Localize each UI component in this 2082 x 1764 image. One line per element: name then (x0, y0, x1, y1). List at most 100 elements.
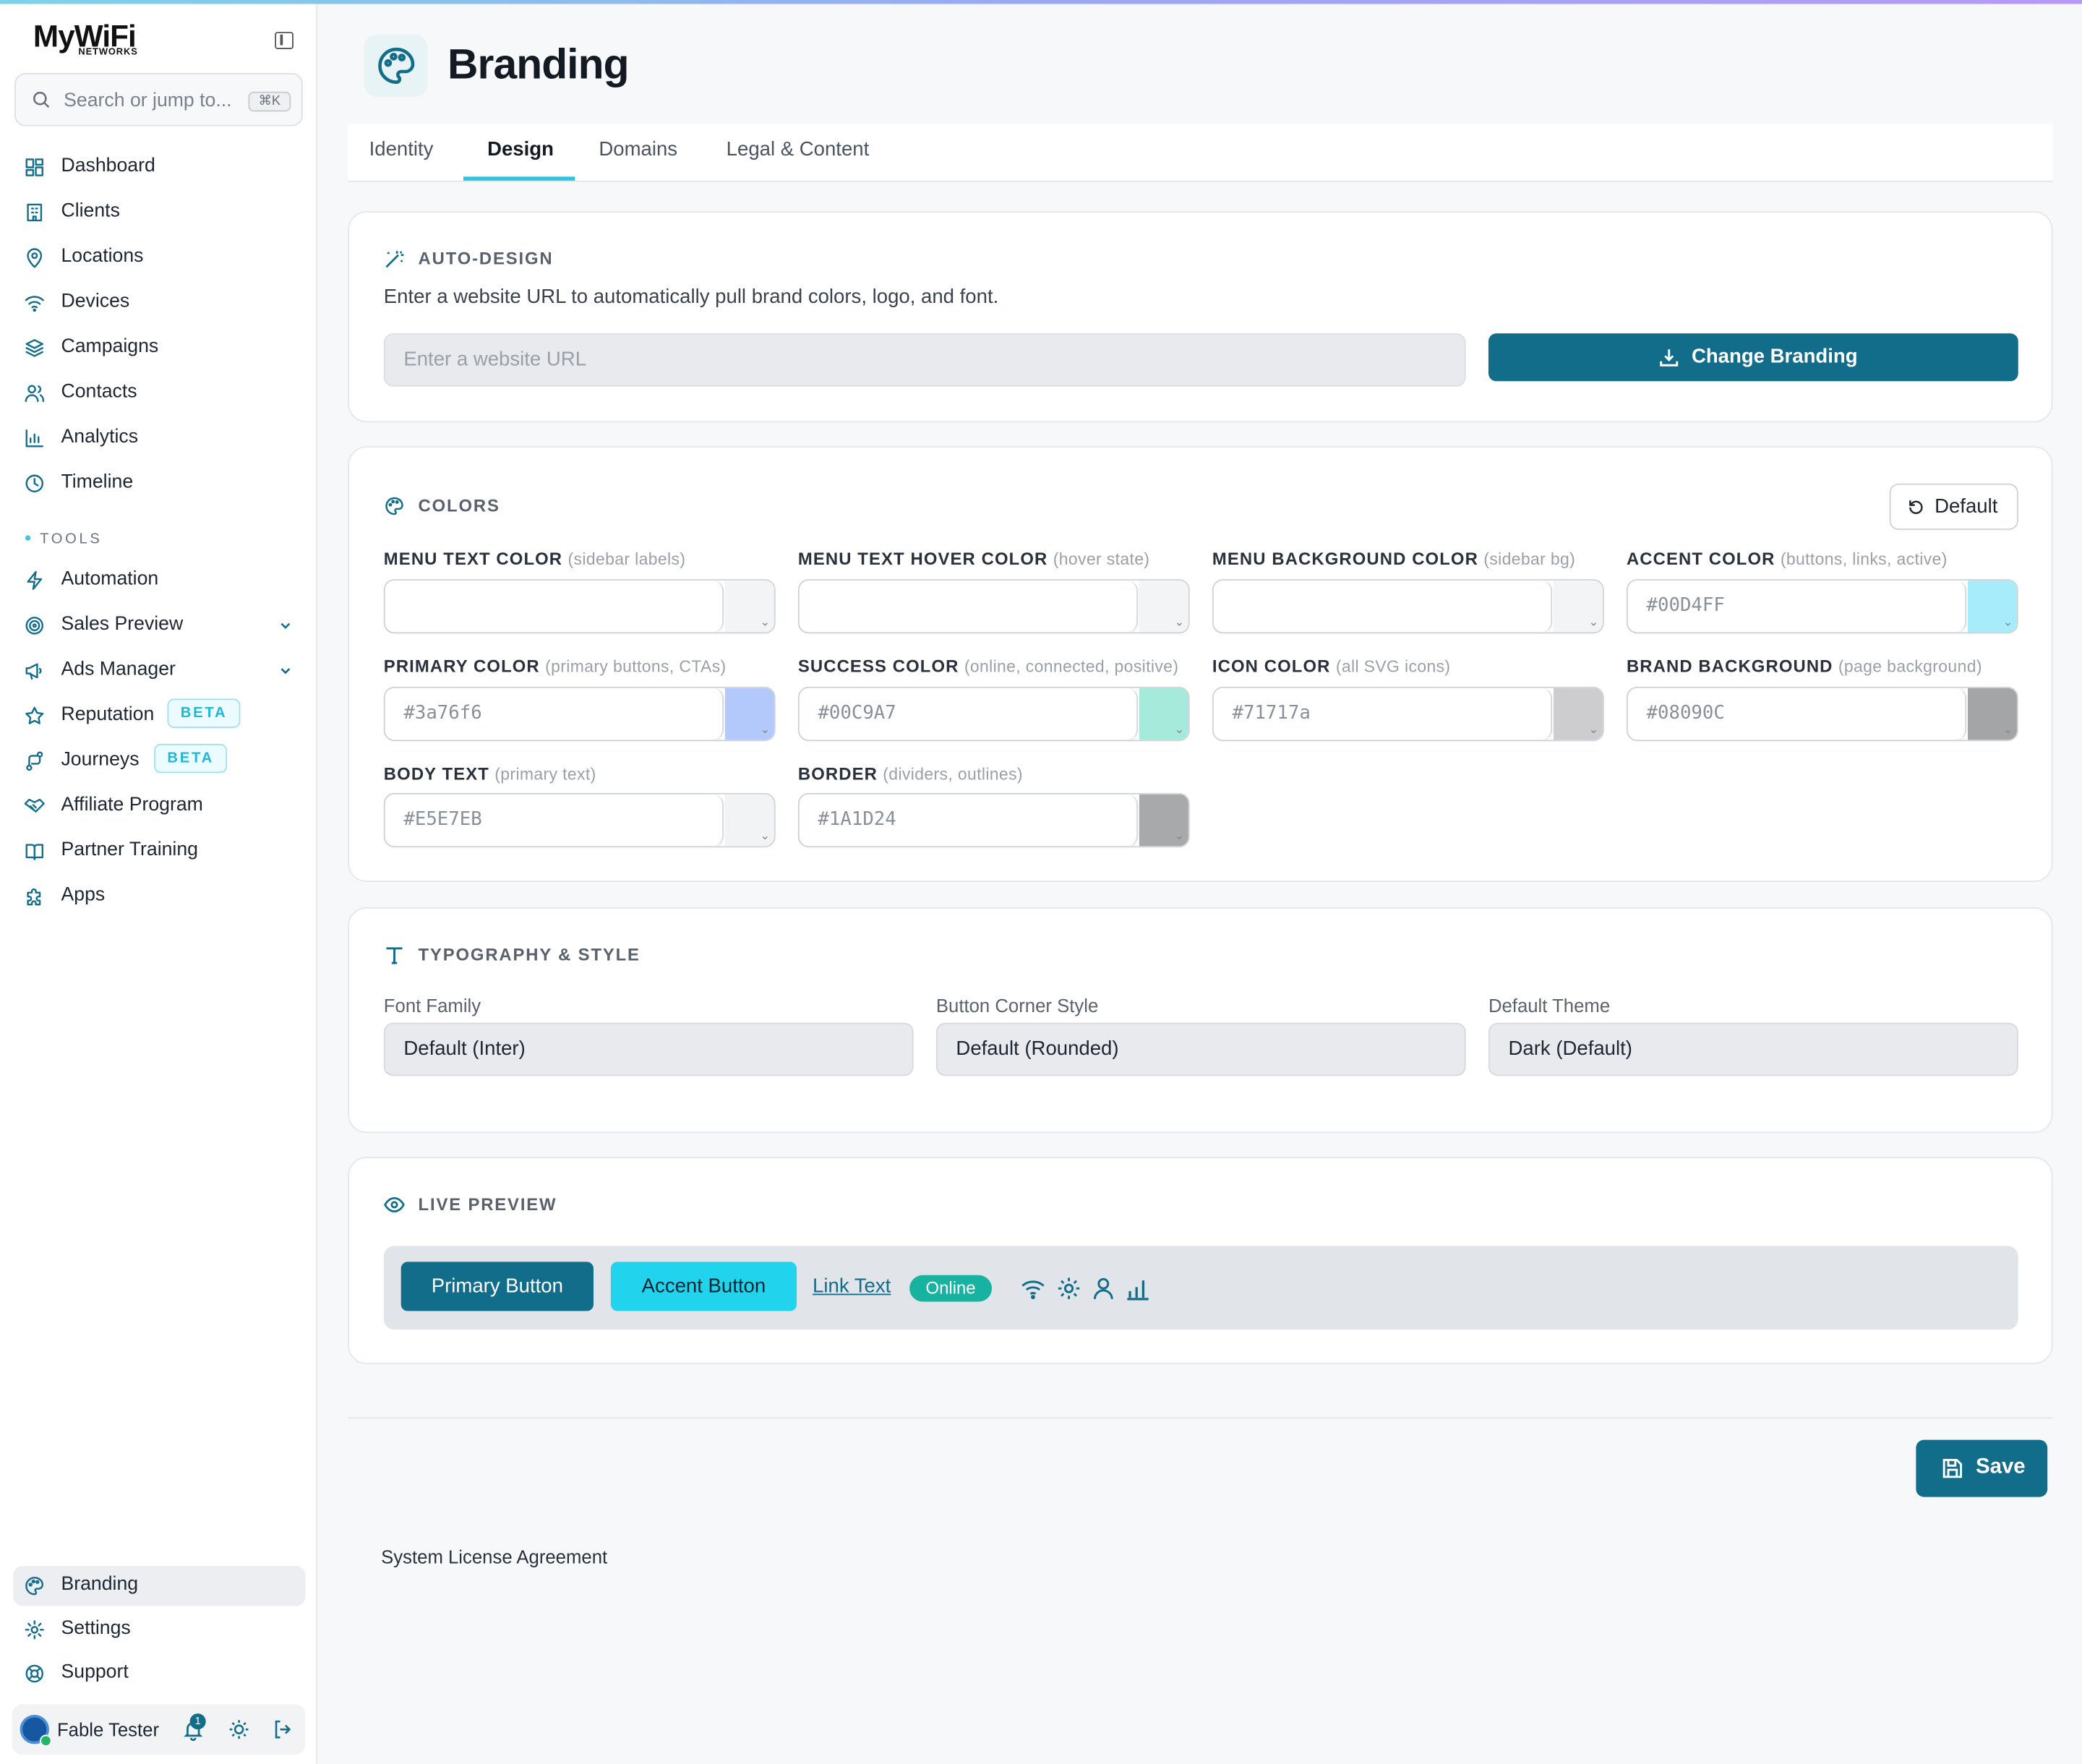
user-name[interactable]: Fable Tester (57, 1718, 159, 1739)
clock-icon (25, 474, 43, 492)
sidebar-item-apps[interactable]: Apps (13, 877, 305, 917)
sidebar-item-locations[interactable]: Locations (13, 238, 305, 278)
preview-accent-button[interactable]: Accent Button (610, 1262, 797, 1311)
sidebar-item-support[interactable]: Support (13, 1653, 305, 1693)
beta-badge: BETA (154, 743, 228, 774)
tab-legal-content[interactable]: Legal & Content (727, 138, 870, 160)
icon-color-input[interactable]: #71717a (1214, 688, 1553, 740)
default-theme-value: Dark (Default) (1508, 1037, 1632, 1061)
sidebar-item-label: Campaigns (61, 335, 159, 358)
tab-design[interactable]: Design (487, 138, 554, 160)
typography-heading: TYPOGRAPHY & STYLE (384, 944, 641, 964)
sidebar-item-branding[interactable]: Branding (13, 1566, 306, 1606)
accent-color-field[interactable]: #00D4FF (1626, 579, 2018, 634)
tab-bar: Identity Design Domains Legal & Content (348, 123, 2053, 182)
change-branding-button[interactable]: Change Branding (1488, 333, 2018, 382)
lifebuoy-icon (25, 1664, 43, 1683)
primary-color-label: PRIMARY COLOR (primary buttons, CTAs) (383, 656, 727, 677)
button-corner-style-select[interactable]: Default (Rounded) (935, 1022, 1466, 1076)
sidebar-item-automation[interactable]: Automation (13, 560, 305, 600)
eye-icon (384, 1196, 405, 1212)
primary-color-field[interactable]: #3a76f6 (383, 686, 776, 742)
preview-primary-button[interactable]: Primary Button (400, 1262, 594, 1311)
search-box[interactable]: Search or jump to... ⌘K (14, 73, 303, 127)
menu-text-hover-color-swatch[interactable] (1139, 580, 1188, 633)
sidebar-item-timeline[interactable]: Timeline (13, 463, 305, 503)
colors-card: COLORS Default MENU TEXT COLOR (sidebar l… (348, 446, 2053, 882)
brand-background-field[interactable]: #08090C (1626, 686, 2018, 742)
sun-icon[interactable] (228, 1718, 249, 1739)
sidebar: MyWiFi NETWORKS Search or jump to... ⌘K … (0, 4, 317, 1764)
menu-text-hover-color-field[interactable] (797, 579, 1190, 634)
sidebar-item-analytics[interactable]: Analytics (13, 419, 305, 458)
icon-color-swatch[interactable] (1553, 688, 1603, 740)
border-field[interactable]: #1A1D24 (797, 792, 1190, 848)
sidebar-item-contacts[interactable]: Contacts (13, 373, 305, 413)
body-text-input[interactable]: #E5E7EB (385, 794, 724, 847)
sidebar-item-campaigns[interactable]: Campaigns (13, 328, 305, 368)
tab-domains[interactable]: Domains (599, 138, 677, 160)
border-input[interactable]: #1A1D24 (800, 794, 1139, 847)
save-button[interactable]: Save (1916, 1439, 2048, 1497)
sidebar-item-dashboard[interactable]: Dashboard (13, 147, 305, 187)
brand-background-swatch[interactable] (1967, 688, 2017, 740)
beta-badge: BETA (167, 698, 241, 728)
border-swatch[interactable] (1139, 794, 1188, 847)
logo[interactable]: MyWiFi (33, 20, 137, 51)
success-color-swatch[interactable] (1139, 688, 1188, 740)
sidebar-item-ads-manager[interactable]: Ads Manager (13, 651, 305, 690)
brand-background-input[interactable]: #08090C (1628, 688, 1967, 740)
tab-identity[interactable]: Identity (369, 138, 434, 160)
brand-background-label: BRAND BACKGROUND (page background) (1626, 656, 1982, 677)
menu-background-color-field[interactable] (1212, 579, 1604, 634)
menu-text-color-field[interactable] (383, 579, 776, 634)
reset-default-button[interactable]: Default (1889, 483, 2018, 531)
hex-value: #1A1D24 (818, 808, 896, 831)
sidebar-item-partner-training[interactable]: Partner Training (13, 831, 305, 871)
button-corner-style-label: Button Corner Style (935, 995, 1099, 1016)
website-url-placeholder: Enter a website URL (403, 348, 587, 371)
sidebar-item-journeys[interactable]: Journeys BETA (13, 741, 305, 781)
default-theme-select[interactable]: Dark (Default) (1488, 1022, 2018, 1076)
palette-icon (378, 47, 415, 84)
accent-color-input[interactable]: #00D4FF (1628, 580, 1967, 633)
icon-color-field[interactable]: #71717a (1212, 686, 1604, 742)
logout-icon[interactable] (273, 1718, 294, 1739)
license-link[interactable]: System License Agreement (381, 1546, 607, 1567)
tools-heading: TOOLS (25, 531, 103, 547)
sidebar-item-affiliate-program[interactable]: Affiliate Program (13, 787, 305, 826)
primary-color-swatch[interactable] (724, 688, 774, 740)
success-color-field[interactable]: #00C9A7 (797, 686, 1190, 742)
search-icon (33, 91, 50, 108)
logo-subtitle: NETWORKS (78, 48, 138, 58)
hex-value: #3a76f6 (403, 702, 482, 724)
chevron-down-icon[interactable] (279, 664, 292, 677)
website-url-input[interactable]: Enter a website URL (383, 333, 1466, 387)
primary-color-input[interactable]: #3a76f6 (385, 688, 724, 740)
menu-background-color-swatch[interactable] (1553, 580, 1603, 633)
avatar[interactable] (20, 1714, 52, 1747)
sidebar-item-devices[interactable]: Devices (13, 283, 305, 322)
body-text-swatch[interactable] (724, 794, 774, 847)
menu-text-hover-color-input[interactable] (800, 580, 1139, 633)
body-text-field[interactable]: #E5E7EB (383, 792, 776, 848)
sidebar-item-settings[interactable]: Settings (13, 1610, 305, 1650)
search-placeholder[interactable]: Search or jump to... (64, 90, 231, 111)
menu-text-color-input[interactable] (385, 580, 724, 633)
hex-value: #08090C (1646, 702, 1725, 724)
sidebar-item-clients[interactable]: Clients (13, 192, 305, 232)
live-preview-card: LIVE PREVIEW Primary Button Accent Butto… (348, 1157, 2053, 1364)
font-family-select[interactable]: Default (Inter) (383, 1022, 914, 1076)
sidebar-item-sales-preview[interactable]: Sales Preview (13, 606, 305, 646)
accent-color-swatch[interactable] (1967, 580, 2017, 633)
collapse-sidebar-icon[interactable] (275, 32, 294, 49)
puzzle-icon (27, 888, 41, 906)
gear-icon (1058, 1277, 1080, 1299)
menu-text-color-swatch[interactable] (724, 580, 774, 633)
sidebar-item-reputation[interactable]: Reputation BETA (13, 696, 305, 736)
preview-link-text[interactable]: Link Text (813, 1275, 891, 1298)
page-title: Branding (447, 40, 630, 88)
success-color-input[interactable]: #00C9A7 (800, 688, 1139, 740)
chevron-down-icon[interactable] (279, 619, 292, 632)
menu-background-color-input[interactable] (1214, 580, 1553, 633)
